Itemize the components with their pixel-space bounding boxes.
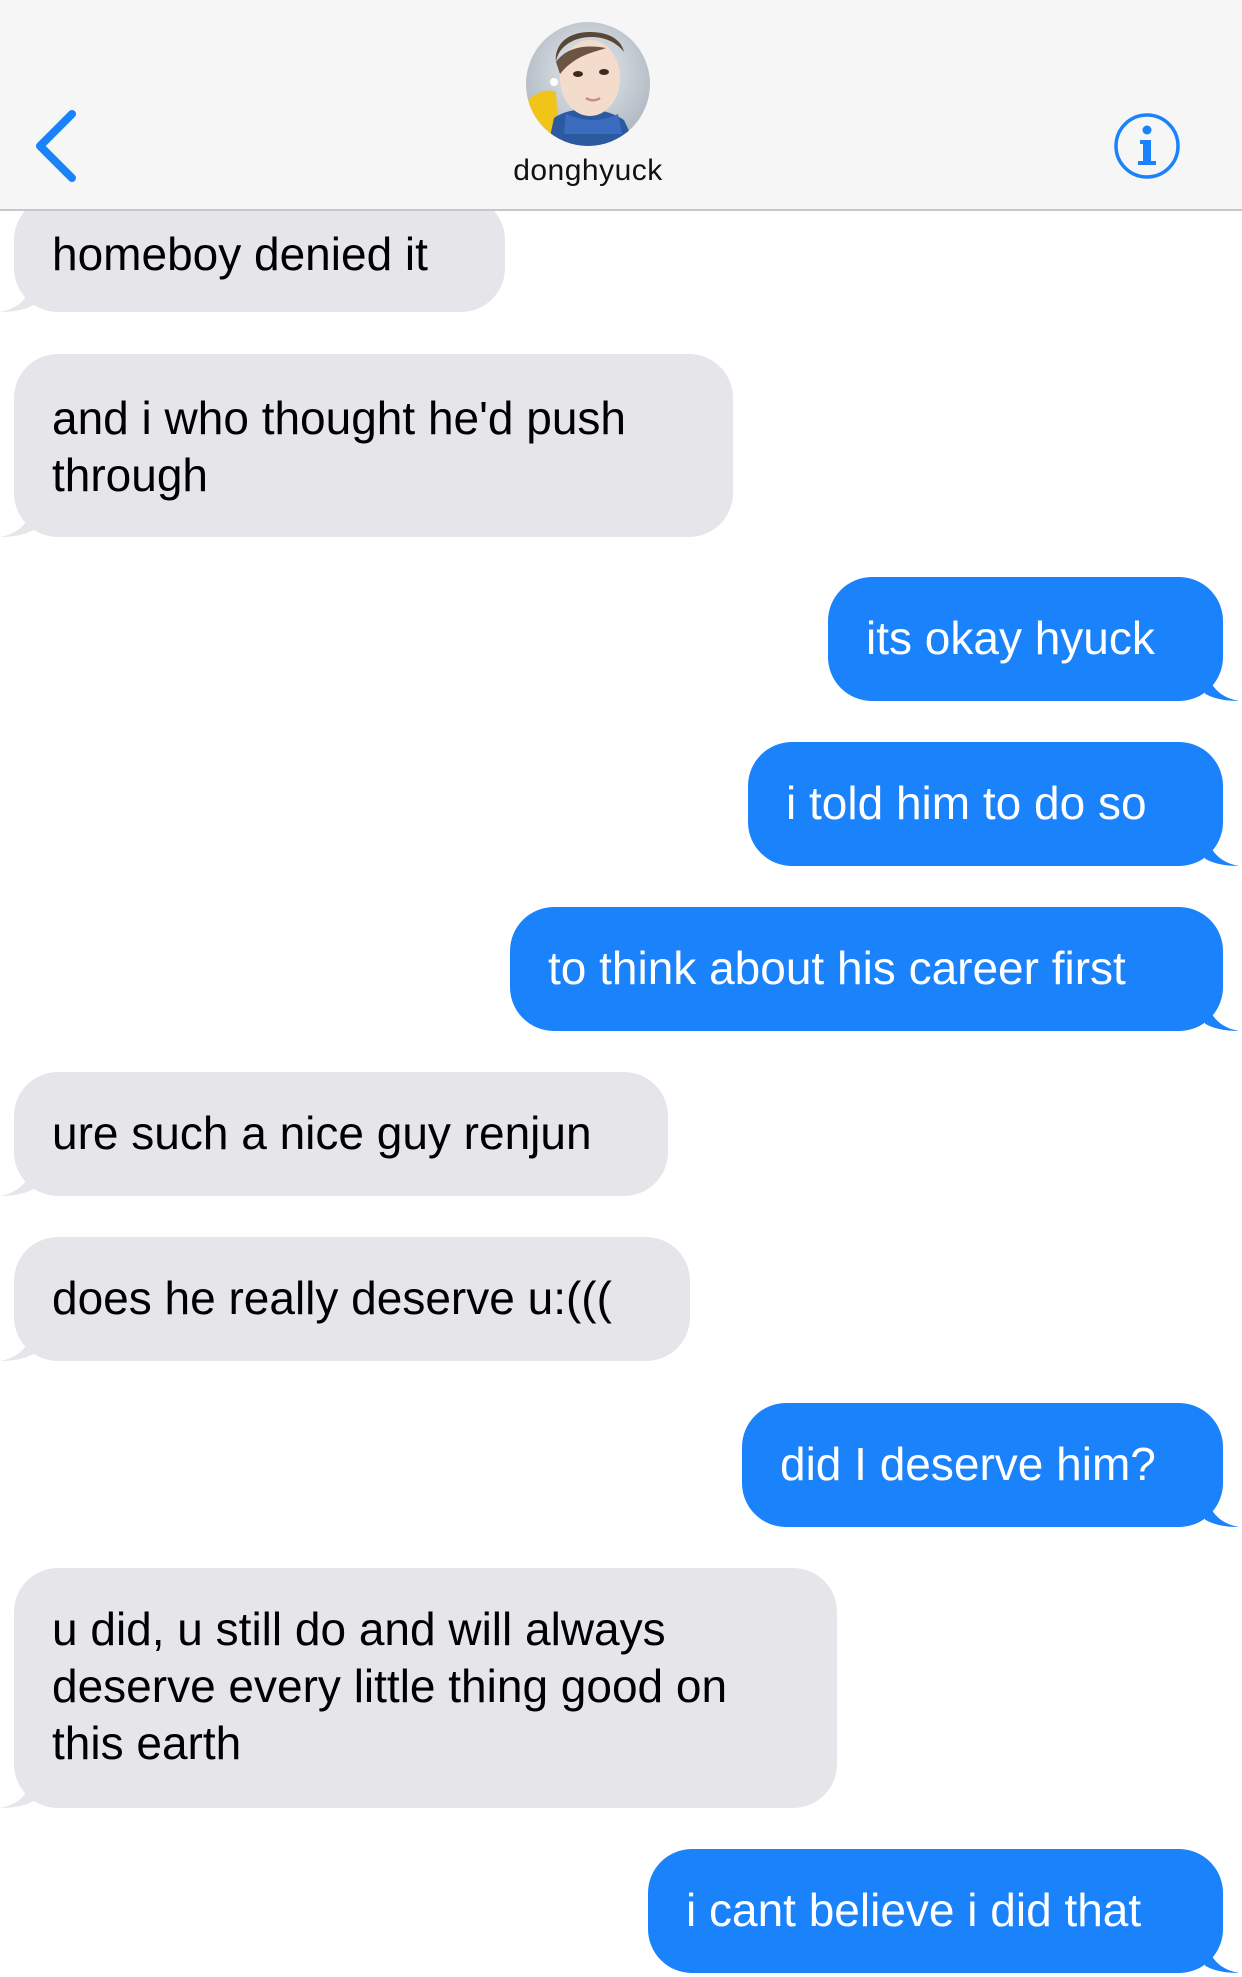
incoming-message[interactable]: and i who thought he'd push through: [0, 354, 733, 537]
info-button[interactable]: [1113, 112, 1181, 180]
avatar-photo: [526, 22, 650, 146]
info-icon: [1114, 113, 1180, 179]
outgoing-message[interactable]: did I deserve him?: [742, 1403, 1239, 1527]
back-button[interactable]: [30, 108, 90, 184]
incoming-message[interactable]: ure such a nice guy renjun: [0, 1072, 668, 1196]
messages-screen: homeboy denied it and i who thought he'd…: [0, 0, 1242, 1977]
message-text: and i who thought he'd push through: [52, 392, 627, 501]
bubble-tail: [0, 1156, 34, 1196]
message-text: homeboy denied it: [52, 228, 428, 280]
bubble-tail: [1205, 661, 1239, 701]
bubble-tail: [1205, 1487, 1239, 1527]
chevron-left-icon: [36, 110, 76, 182]
incoming-message[interactable]: u did, u still do and will always deserv…: [0, 1568, 837, 1808]
message-text: i cant believe i did that: [686, 1884, 1142, 1936]
message-text: its okay hyuck: [866, 612, 1155, 664]
incoming-message[interactable]: does he really deserve u:(((: [0, 1237, 690, 1361]
message-text: ure such a nice guy renjun: [52, 1107, 592, 1159]
outgoing-message[interactable]: its okay hyuck: [828, 577, 1239, 701]
message-thread[interactable]: homeboy denied it and i who thought he'd…: [0, 0, 1242, 1977]
outgoing-message[interactable]: to think about his career first: [510, 907, 1239, 1031]
incoming-message[interactable]: homeboy denied it: [0, 196, 505, 312]
contact-name[interactable]: donghyuck: [421, 154, 755, 188]
bubble-tail: [1205, 991, 1239, 1031]
message-text: does he really deserve u:(((: [52, 1272, 612, 1324]
contact-avatar[interactable]: [526, 22, 650, 146]
message-text: u did, u still do and will always deserv…: [52, 1603, 728, 1769]
message-text: to think about his career first: [548, 942, 1126, 994]
bubble-tail: [1205, 826, 1239, 866]
message-text: did I deserve him?: [780, 1438, 1156, 1490]
outgoing-message[interactable]: i cant believe i did that: [648, 1849, 1239, 1973]
outgoing-message[interactable]: i told him to do so: [748, 742, 1239, 866]
bubble-tail: [0, 1768, 34, 1808]
bubble-tail: [1205, 1933, 1239, 1973]
navigation-bar: donghyuck: [0, 0, 1242, 211]
bubble-tail: [0, 497, 34, 537]
bubble-tail: [0, 272, 34, 312]
bubble-tail: [0, 1321, 34, 1361]
message-text: i told him to do so: [786, 777, 1147, 829]
